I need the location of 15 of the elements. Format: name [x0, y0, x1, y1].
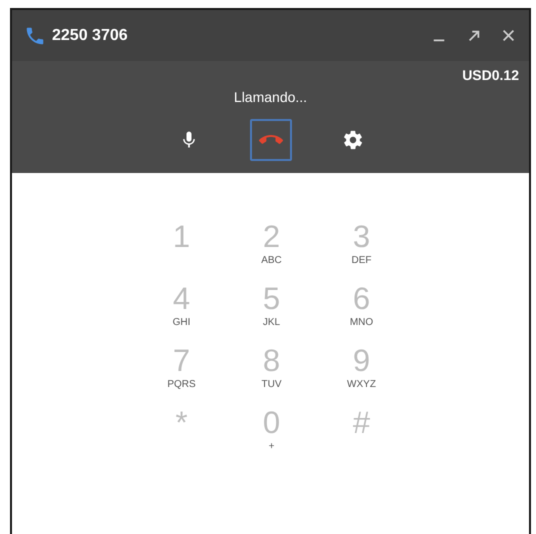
call-status: Llamando...	[234, 89, 308, 105]
window-title: 2250 3706	[52, 26, 128, 44]
dial-key[interactable]: 2 ABC	[242, 221, 302, 277]
call-cost: USD0.12	[462, 67, 519, 83]
dial-key[interactable]: 8 TUV	[242, 345, 302, 401]
close-icon[interactable]	[502, 29, 515, 42]
dial-key[interactable]: 7 PQRS	[152, 345, 212, 401]
dial-key[interactable]: 6 MNO	[332, 283, 392, 339]
dial-key[interactable]: 0 +	[242, 407, 302, 463]
expand-arrow-icon[interactable]	[467, 28, 481, 42]
settings-icon	[342, 129, 364, 151]
dial-key[interactable]: 3 DEF	[332, 221, 392, 277]
dial-key[interactable]: 5 JKL	[242, 283, 302, 339]
dial-key[interactable]: 9 WXYZ	[332, 345, 392, 401]
dial-key[interactable]: 4 GHI	[152, 283, 212, 339]
